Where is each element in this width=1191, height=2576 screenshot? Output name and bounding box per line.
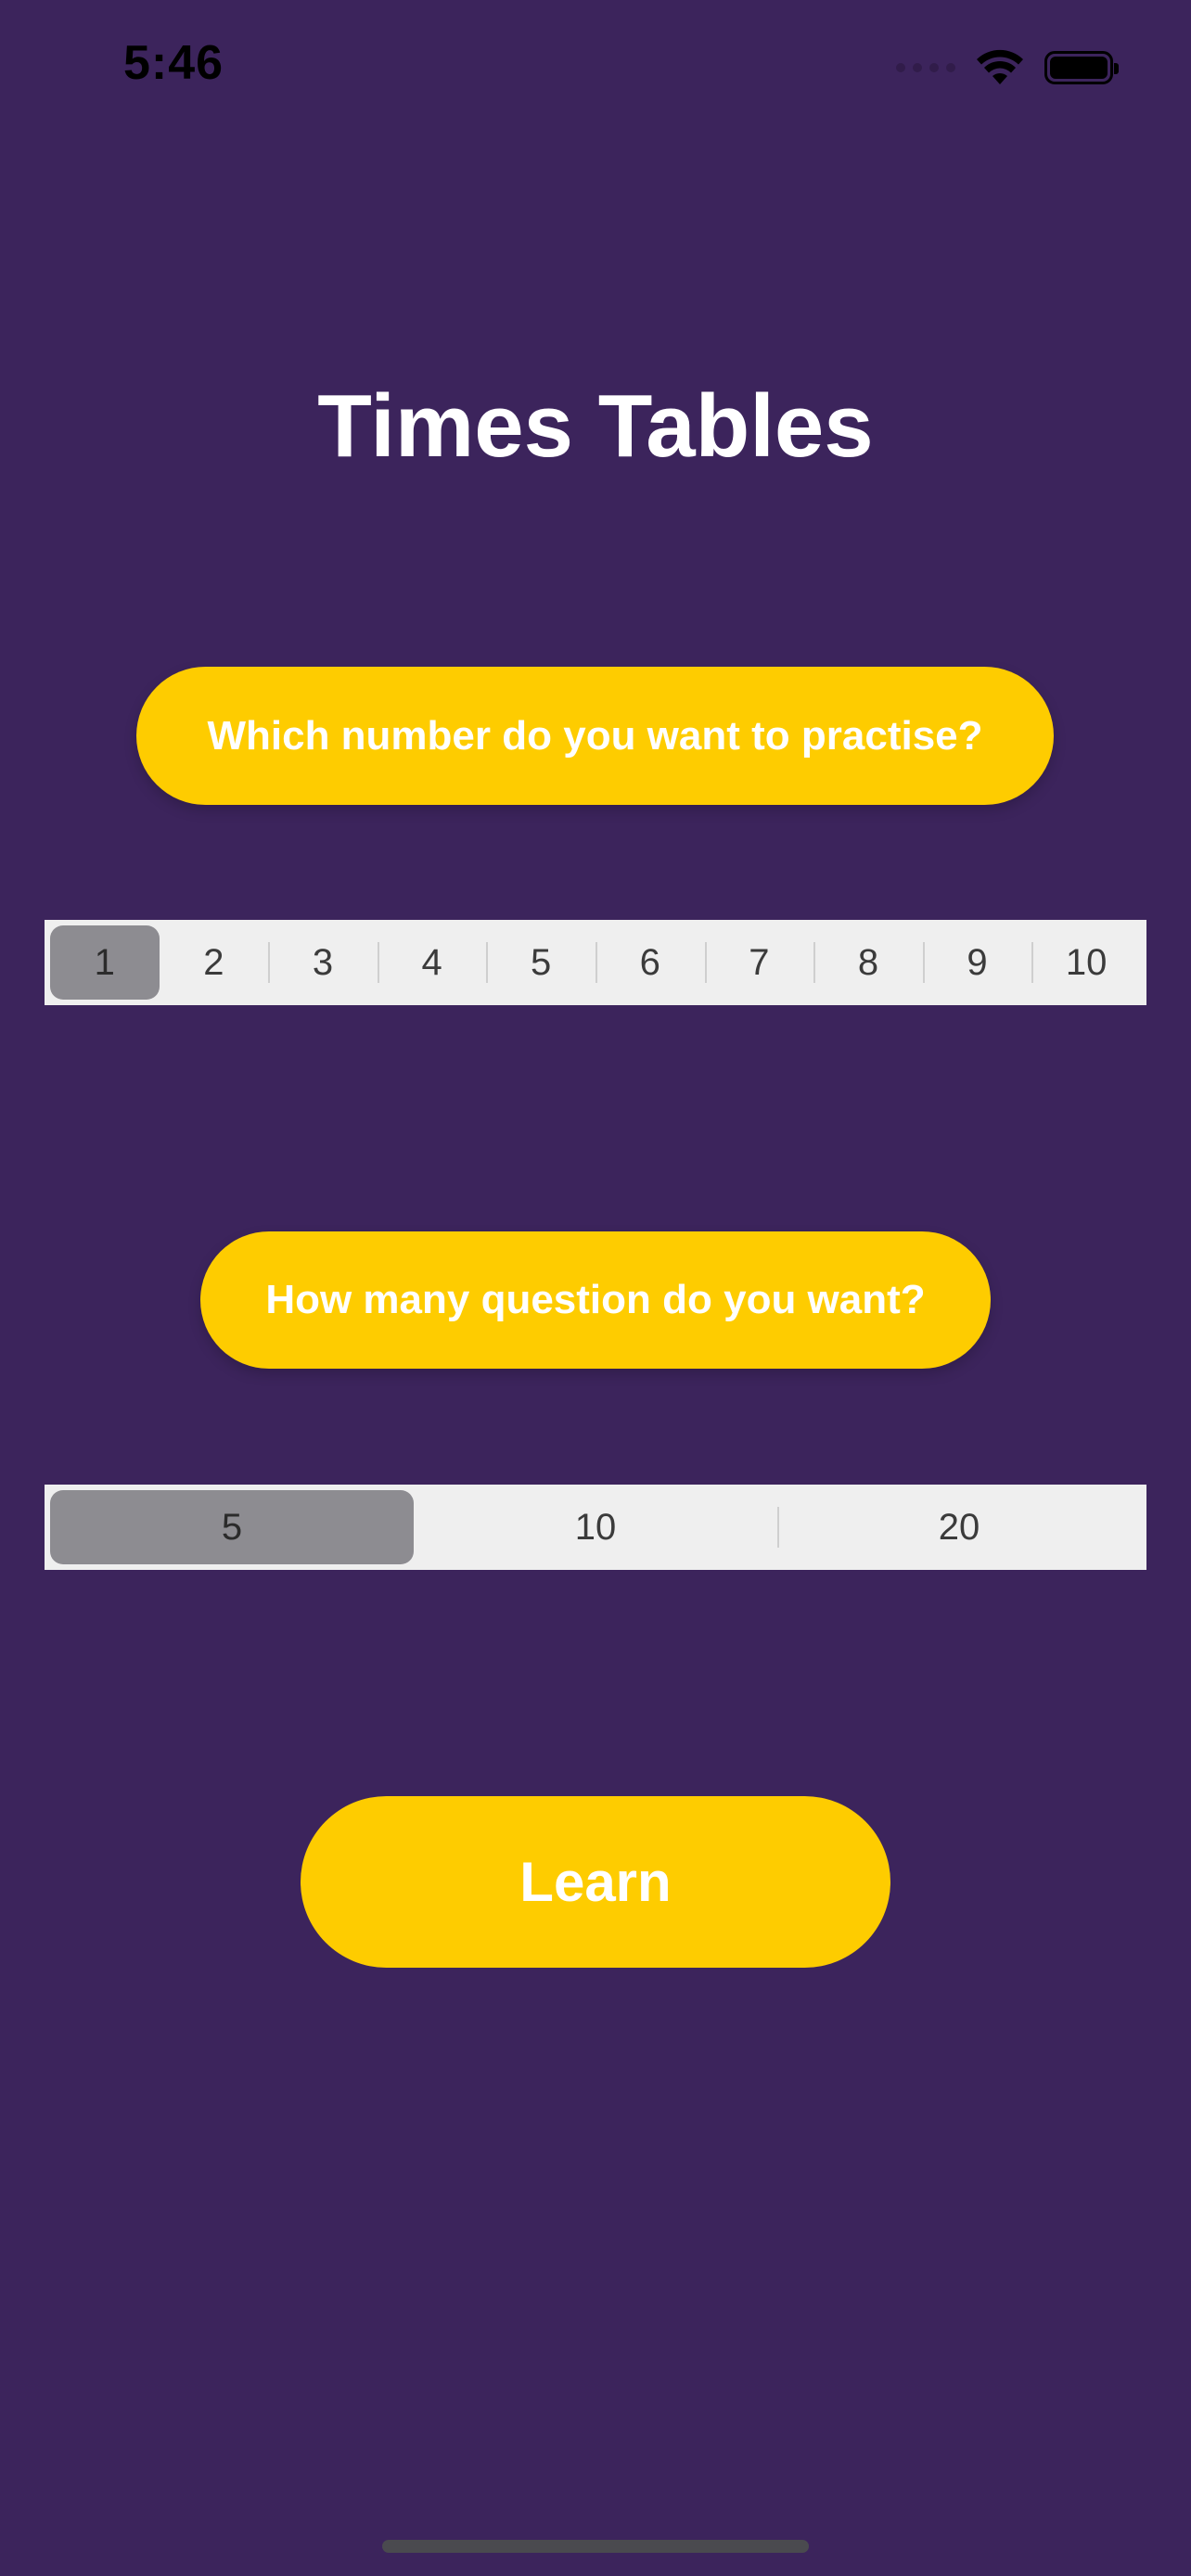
- number-segmented-control[interactable]: 1 2 3 4 5 6 7 8 9 10: [45, 920, 1146, 1005]
- question-count-segmented-control[interactable]: 5 10 20: [45, 1485, 1146, 1570]
- question-count-segment-10[interactable]: 10: [414, 1490, 777, 1564]
- number-segment-5[interactable]: 5: [486, 925, 596, 1000]
- question-count-prompt-label: How many question do you want?: [200, 1231, 991, 1369]
- number-segment-6[interactable]: 6: [595, 925, 705, 1000]
- status-time: 5:46: [123, 36, 224, 90]
- home-indicator: [382, 2540, 809, 2553]
- cellular-signal-icon: [896, 63, 955, 72]
- question-count-segment-5[interactable]: 5: [50, 1490, 414, 1564]
- number-segment-10[interactable]: 10: [1031, 925, 1141, 1000]
- learn-button[interactable]: Learn: [301, 1796, 890, 1968]
- number-segment-7[interactable]: 7: [704, 925, 814, 1000]
- number-segment-8[interactable]: 8: [813, 925, 923, 1000]
- number-segment-9[interactable]: 9: [922, 925, 1032, 1000]
- question-count-segment-20[interactable]: 20: [777, 1490, 1141, 1564]
- status-icons: [896, 46, 1119, 89]
- number-segment-1[interactable]: 1: [50, 925, 160, 1000]
- number-segment-2[interactable]: 2: [160, 925, 269, 1000]
- number-segment-3[interactable]: 3: [268, 925, 378, 1000]
- number-segment-4[interactable]: 4: [377, 925, 487, 1000]
- wifi-icon: [977, 49, 1023, 84]
- page-title: Times Tables: [317, 376, 874, 476]
- battery-icon: [1044, 51, 1119, 84]
- number-prompt-label: Which number do you want to practise?: [136, 667, 1054, 805]
